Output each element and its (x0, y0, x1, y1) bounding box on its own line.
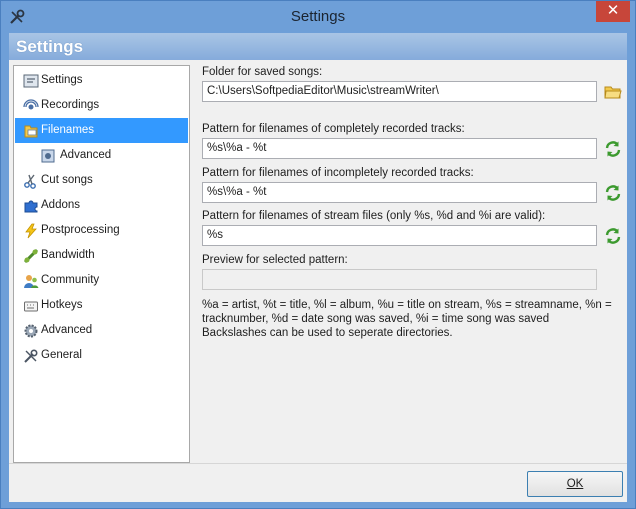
preview-field (202, 269, 597, 290)
nav-item-label: Bandwidth (41, 249, 95, 261)
pattern-incomplete-input[interactable]: %s\%a - %t (202, 182, 597, 203)
folder-label: Folder for saved songs: (202, 66, 323, 78)
nav-item-label: Recordings (41, 99, 100, 111)
nav-item-label: Settings (41, 74, 83, 86)
pattern-help-text: %a = artist, %t = title, %l = album, %u … (202, 298, 617, 340)
nav-item-filenames[interactable]: Filenames (15, 118, 188, 143)
nav-item-label: Hotkeys (41, 299, 83, 311)
nav-item-advanced[interactable]: Advanced (15, 318, 188, 343)
nav-item-label: Community (41, 274, 100, 286)
page-title: Settings (16, 37, 84, 56)
title-bar[interactable]: Settings ✕ (1, 1, 635, 33)
nav-item-settings[interactable]: Settings (15, 68, 188, 93)
client-area: Settings Settings Recordings Filenames A… (9, 33, 627, 502)
reset-pattern-stream-icon[interactable] (603, 226, 623, 246)
reset-pattern-incomplete-icon[interactable] (603, 183, 623, 203)
nav-item-hotkeys[interactable]: Hotkeys (15, 293, 188, 318)
advanced-filenames-icon (41, 149, 55, 163)
nav-item-label: Addons (41, 199, 81, 211)
pattern-stream-label: Pattern for filenames of stream files (o… (202, 210, 546, 222)
nav-item-recordings[interactable]: Recordings (15, 93, 188, 118)
nav-item-bandwidth[interactable]: Bandwidth (15, 243, 188, 268)
nav-item-general[interactable]: General (15, 343, 188, 368)
bandwidth-icon (23, 248, 39, 264)
settings-icon (23, 74, 39, 88)
folder-input[interactable]: C:\Users\SoftpediaEditor\Music\streamWri… (202, 81, 597, 102)
help-line-variables: %a = artist, %t = title, %l = album, %u … (202, 299, 612, 325)
pattern-stream-input[interactable]: %s (202, 225, 597, 246)
ok-button-label: OK (566, 478, 584, 490)
puzzle-icon (24, 200, 38, 213)
lightning-icon (25, 223, 37, 239)
nav-item-community[interactable]: Community (15, 268, 188, 293)
nav-item-cut-songs[interactable]: Cut songs (15, 168, 188, 193)
nav-item-addons[interactable]: Addons (15, 193, 188, 218)
nav-item-filenames-advanced[interactable]: Advanced (15, 143, 188, 168)
keyboard-icon (24, 301, 38, 312)
close-button[interactable]: ✕ (596, 1, 630, 22)
nav-item-label: Filenames (41, 124, 95, 136)
filenames-icon (24, 125, 38, 138)
scissors-icon (24, 174, 36, 189)
pattern-incomplete-label: Pattern for filenames of incompletely re… (202, 167, 474, 179)
pattern-complete-label: Pattern for filenames of completely reco… (202, 123, 465, 135)
preview-label: Preview for selected pattern: (202, 254, 348, 266)
nav-item-label: Cut songs (41, 174, 93, 186)
nav-item-label: Advanced (60, 149, 112, 161)
nav-item-label: Advanced (41, 324, 93, 336)
recordings-icon (23, 99, 39, 110)
tools-icon (24, 349, 38, 363)
nav-item-label: Postprocessing (41, 224, 120, 236)
community-icon (24, 275, 39, 288)
ok-button[interactable]: OK (527, 471, 623, 497)
reset-pattern-complete-icon[interactable] (603, 139, 623, 159)
footer-divider (9, 463, 627, 464)
settings-nav-tree[interactable]: Settings Recordings Filenames Advanced C… (13, 65, 190, 463)
nav-item-postprocessing[interactable]: Postprocessing (15, 218, 188, 243)
pattern-complete-input[interactable]: %s\%a - %t (202, 138, 597, 159)
page-header: Settings (9, 33, 627, 60)
gear-icon (24, 324, 38, 338)
nav-item-label: General (41, 349, 82, 361)
browse-folder-icon[interactable] (603, 82, 623, 102)
help-line-backslashes: Backslashes can be used to seperate dire… (202, 327, 453, 339)
settings-window: Settings ✕ Settings Settings Recordings (0, 0, 636, 509)
window-title: Settings (290, 8, 346, 25)
